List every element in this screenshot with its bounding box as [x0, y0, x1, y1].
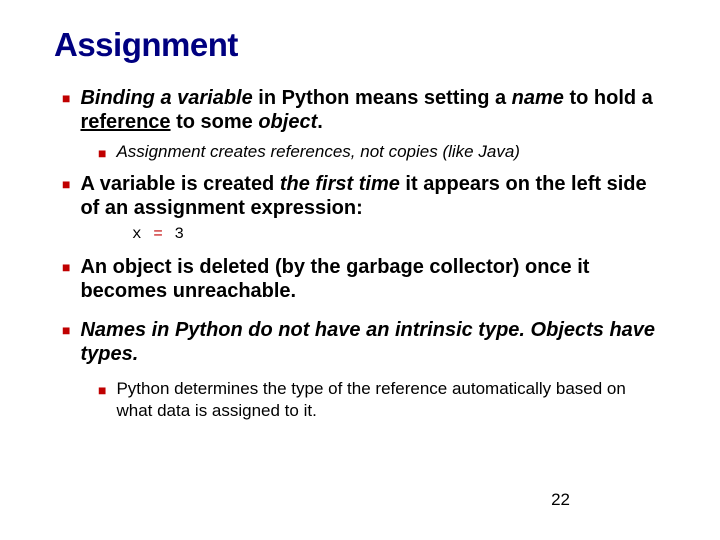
bullet-item-1: Binding a variable in Python means setti…	[54, 86, 666, 135]
bullet-marker-icon	[62, 321, 70, 367]
text-run: object	[258, 111, 317, 133]
page-number: 22	[551, 490, 570, 510]
slide-title: Assignment	[54, 26, 666, 64]
bullet-marker-icon	[62, 258, 70, 304]
bullet-text: Assignment creates references, not copie…	[116, 141, 519, 162]
bullet-text: Python determines the type of the refere…	[116, 378, 666, 421]
text-run: in Python means setting a	[253, 87, 512, 109]
spacer	[54, 310, 666, 318]
text-run: the first time	[280, 173, 400, 195]
slide: Assignment Binding a variable in Python …	[0, 0, 720, 421]
text-run: A variable is created	[80, 173, 279, 195]
code-lhs: x	[132, 225, 153, 243]
text-run: Objects	[531, 319, 604, 341]
bullet-text: Binding a variable in Python means setti…	[80, 86, 666, 135]
bullet-text: A variable is created the first time it …	[80, 172, 666, 221]
text-run: to hold a	[564, 87, 653, 109]
bullet-item-2: A variable is created the first time it …	[54, 172, 666, 221]
bullet-item-1-sub: Assignment creates references, not copie…	[54, 141, 666, 162]
bullet-item-4-sub: Python determines the type of the refere…	[54, 378, 666, 421]
bullet-text: An object is deleted (by the garbage col…	[80, 255, 666, 304]
text-run: .	[317, 111, 323, 133]
text-run: name	[512, 87, 564, 109]
text-run: Binding a variable	[80, 87, 252, 109]
bullet-marker-icon	[98, 144, 106, 162]
bullet-marker-icon	[98, 381, 106, 421]
text-run: Names in Python do not have an intrinsic…	[80, 319, 530, 341]
bullet-marker-icon	[62, 89, 70, 135]
code-rhs: 3	[164, 225, 185, 243]
text-run: reference	[80, 111, 170, 133]
bullet-item-4: Names in Python do not have an intrinsic…	[54, 318, 666, 367]
code-snippet: x = 3	[54, 225, 666, 243]
bullet-item-3: An object is deleted (by the garbage col…	[54, 255, 666, 304]
text-run: to some	[171, 111, 259, 133]
bullet-text: Names in Python do not have an intrinsic…	[80, 318, 666, 367]
code-op: =	[153, 225, 164, 243]
bullet-marker-icon	[62, 175, 70, 221]
